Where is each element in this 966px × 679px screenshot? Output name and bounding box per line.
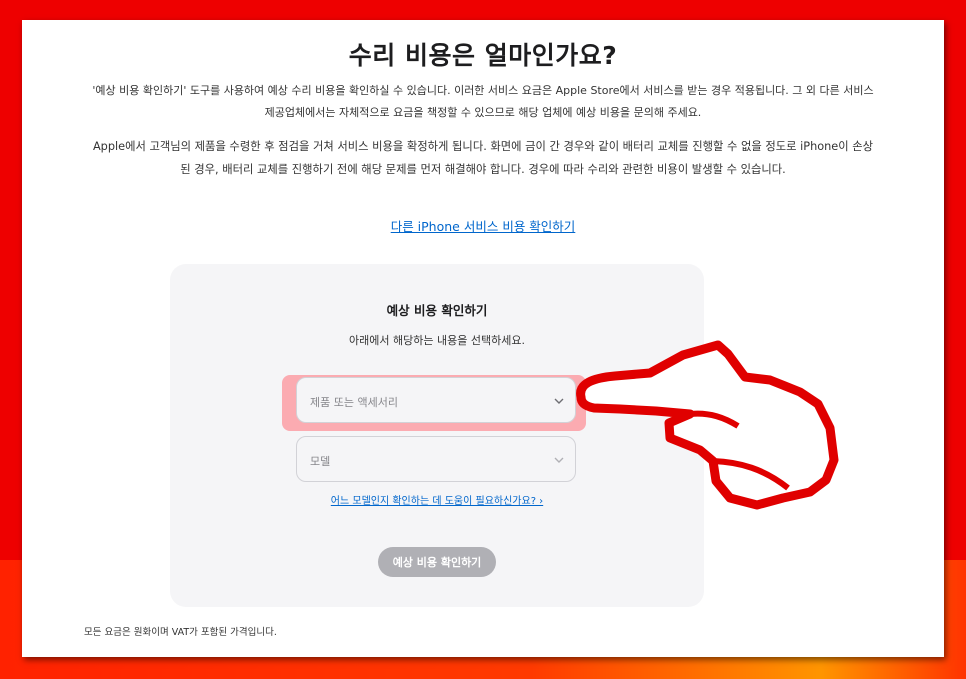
chevron-down-icon	[553, 451, 565, 470]
other-services-link[interactable]: 다른 iPhone 서비스 비용 확인하기	[22, 216, 944, 235]
intro-paragraph: '예상 비용 확인하기' 도구를 사용하여 예상 수리 비용을 확인하실 수 있…	[92, 84, 874, 119]
page-title: 수리 비용은 얼마인가요?	[348, 41, 618, 70]
chevron-down-icon	[553, 392, 565, 411]
estimate-button[interactable]: 예상 비용 확인하기	[378, 547, 496, 577]
product-select-label: 제품 또는 액세서리	[310, 396, 398, 409]
product-select[interactable]: 제품 또는 액세서리	[296, 377, 576, 423]
notice-paragraph: Apple에서 고객님의 제품을 수령한 후 점검을 거쳐 서비스 비용을 확정…	[92, 140, 874, 176]
model-select[interactable]: 모델	[296, 436, 576, 482]
estimate-card: 예상 비용 확인하기 아래에서 해당하는 내용을 선택하세요. 제품 또는 액세…	[170, 264, 704, 607]
model-help-link[interactable]: 어느 모델인지 확인하는 데 도움이 필요하신가요? ›	[170, 492, 704, 507]
price-footnote: 모든 요금은 원화이며 VAT가 포함된 가격입니다.	[84, 627, 277, 638]
model-select-label: 모델	[310, 455, 331, 468]
card-subtitle: 아래에서 해당하는 내용을 선택하세요.	[349, 334, 525, 347]
card-title: 예상 비용 확인하기	[386, 303, 488, 318]
webpage-panel: 수리 비용은 얼마인가요? '예상 비용 확인하기' 도구를 사용하여 예상 수…	[22, 20, 944, 657]
